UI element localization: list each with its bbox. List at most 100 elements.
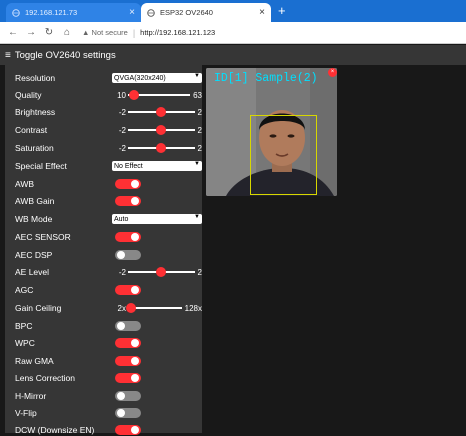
aec-dsp-row: AEC DSP bbox=[15, 249, 202, 261]
quality-max: 63 bbox=[193, 90, 202, 100]
tab-close-icon[interactable]: × bbox=[129, 7, 135, 18]
gain-ceiling-slider[interactable]: 2x 128x bbox=[112, 302, 202, 314]
brightness-track[interactable] bbox=[128, 107, 195, 117]
back-arrow-icon[interactable]: ← bbox=[8, 27, 18, 38]
toggle-knob bbox=[131, 197, 139, 205]
toggle-knob bbox=[117, 409, 125, 417]
quality-label: Quality bbox=[15, 90, 42, 100]
toggle-knob bbox=[131, 286, 139, 294]
ae-level-thumb[interactable] bbox=[156, 267, 167, 277]
wb-mode-label: WB Mode bbox=[15, 214, 53, 224]
wpc-toggle[interactable] bbox=[115, 338, 141, 348]
wpc-row: WPC bbox=[15, 337, 202, 349]
brightness-min: -2 bbox=[118, 107, 126, 117]
resolution-select[interactable]: QVGA(320x240) ▼ bbox=[112, 73, 202, 83]
hamburger-menu-icon[interactable]: ≡ bbox=[5, 50, 11, 61]
tab-close-icon[interactable]: × bbox=[259, 7, 265, 18]
wpc-label: WPC bbox=[15, 338, 35, 348]
h-mirror-toggle[interactable] bbox=[115, 391, 141, 401]
lens-correction-toggle[interactable] bbox=[115, 373, 141, 383]
awb-row: AWB bbox=[15, 178, 202, 190]
saturation-min: -2 bbox=[118, 143, 126, 153]
quality-row: Quality 10 63 bbox=[15, 89, 202, 101]
toggle-knob bbox=[117, 322, 125, 330]
close-stream-icon[interactable]: × bbox=[328, 68, 337, 77]
v-flip-toggle[interactable] bbox=[115, 408, 141, 418]
ae-level-slider[interactable]: -2 2 bbox=[112, 266, 202, 278]
address-bar: ← → ↻ ⌂ ▲ Not secure | http://192.168.12… bbox=[0, 22, 466, 44]
brightness-thumb[interactable] bbox=[156, 107, 167, 117]
forward-arrow-icon[interactable]: → bbox=[26, 27, 36, 38]
awb-toggle[interactable] bbox=[115, 179, 141, 189]
toggle-knob bbox=[131, 357, 139, 365]
special-effect-value: No Effect bbox=[114, 162, 143, 170]
saturation-thumb[interactable] bbox=[156, 143, 167, 153]
awb-label: AWB bbox=[15, 179, 35, 189]
contrast-label: Contrast bbox=[15, 125, 48, 135]
gain-ceiling-max: 128x bbox=[184, 303, 202, 313]
lens-correction-row: Lens Correction bbox=[15, 372, 202, 384]
dcw-label: DCW (Downsize EN) bbox=[15, 425, 95, 435]
settings-header-title: Toggle OV2640 settings bbox=[14, 49, 116, 61]
resolution-label: Resolution bbox=[15, 73, 56, 83]
v-flip-row: V-Flip bbox=[15, 407, 202, 419]
brightness-slider[interactable]: -2 2 bbox=[112, 106, 202, 118]
gain-ceiling-row: Gain Ceiling 2x 128x bbox=[15, 302, 202, 314]
v-flip-label: V-Flip bbox=[15, 408, 37, 418]
wb-mode-value: Auto bbox=[114, 215, 129, 223]
awb-gain-label: AWB Gain bbox=[15, 196, 55, 206]
new-tab-icon[interactable]: + bbox=[278, 3, 286, 19]
toggle-knob bbox=[117, 251, 125, 259]
dcw-toggle[interactable] bbox=[115, 425, 141, 435]
contrast-thumb[interactable] bbox=[156, 125, 167, 135]
special-effect-select[interactable]: No Effect ▼ bbox=[112, 161, 202, 171]
contrast-min: -2 bbox=[118, 125, 126, 135]
aec-sensor-label: AEC SENSOR bbox=[15, 232, 71, 242]
raw-gma-toggle[interactable] bbox=[115, 356, 141, 366]
contrast-slider[interactable]: -2 2 bbox=[112, 124, 202, 136]
bpc-toggle[interactable] bbox=[115, 321, 141, 331]
contrast-track[interactable] bbox=[128, 125, 195, 135]
toggle-knob bbox=[117, 392, 125, 400]
bpc-label: BPC bbox=[15, 321, 33, 331]
settings-header[interactable]: ≡ Toggle OV2640 settings bbox=[0, 45, 466, 65]
quality-slider[interactable]: 10 63 bbox=[112, 89, 202, 101]
wb-mode-row: WB Mode Auto ▼ bbox=[15, 213, 202, 225]
gain-ceiling-label: Gain Ceiling bbox=[15, 303, 62, 313]
warning-icon: ▲ bbox=[82, 28, 90, 37]
aec-dsp-label: AEC DSP bbox=[15, 250, 53, 260]
resolution-row: Resolution QVGA(320x240) ▼ bbox=[15, 72, 202, 84]
security-indicator[interactable]: ▲ Not secure bbox=[82, 28, 128, 37]
chevron-down-icon: ▼ bbox=[194, 73, 200, 79]
browser-tab-active[interactable]: ESP32 OV2640 × bbox=[141, 3, 271, 22]
url-text[interactable]: http://192.168.121.123 bbox=[140, 28, 215, 37]
aec-sensor-toggle[interactable] bbox=[115, 232, 141, 242]
globe-icon bbox=[12, 8, 20, 17]
gain-ceiling-track[interactable] bbox=[125, 303, 182, 313]
face-detection-box bbox=[250, 115, 317, 195]
quality-track[interactable] bbox=[128, 90, 191, 100]
wb-mode-select[interactable]: Auto ▼ bbox=[112, 214, 202, 224]
bpc-row: BPC bbox=[15, 320, 202, 332]
saturation-label: Saturation bbox=[15, 143, 54, 153]
security-label: Not secure bbox=[91, 28, 128, 37]
special-effect-label: Special Effect bbox=[15, 161, 67, 171]
gain-ceiling-min: 2x bbox=[117, 303, 126, 313]
agc-toggle[interactable] bbox=[115, 285, 141, 295]
resolution-value: QVGA(320x240) bbox=[114, 74, 166, 82]
awb-gain-toggle[interactable] bbox=[115, 196, 141, 206]
raw-gma-row: Raw GMA bbox=[15, 355, 202, 367]
gain-ceiling-thumb[interactable] bbox=[125, 303, 136, 313]
saturation-track[interactable] bbox=[128, 143, 195, 153]
reload-icon[interactable]: ↻ bbox=[44, 27, 54, 38]
aec-dsp-toggle[interactable] bbox=[115, 250, 141, 260]
quality-thumb[interactable] bbox=[129, 90, 140, 100]
saturation-max: 2 bbox=[197, 143, 202, 153]
ae-level-track[interactable] bbox=[128, 267, 195, 277]
home-icon[interactable]: ⌂ bbox=[62, 27, 72, 38]
saturation-slider[interactable]: -2 2 bbox=[112, 142, 202, 154]
ae-level-row: AE Level -2 2 bbox=[15, 266, 202, 278]
browser-tab[interactable]: 192.168.121.73 × bbox=[6, 3, 141, 22]
stream-overlay-text: ID[1] Sample(2) bbox=[214, 72, 318, 85]
tab-title: 192.168.121.73 bbox=[25, 8, 78, 17]
